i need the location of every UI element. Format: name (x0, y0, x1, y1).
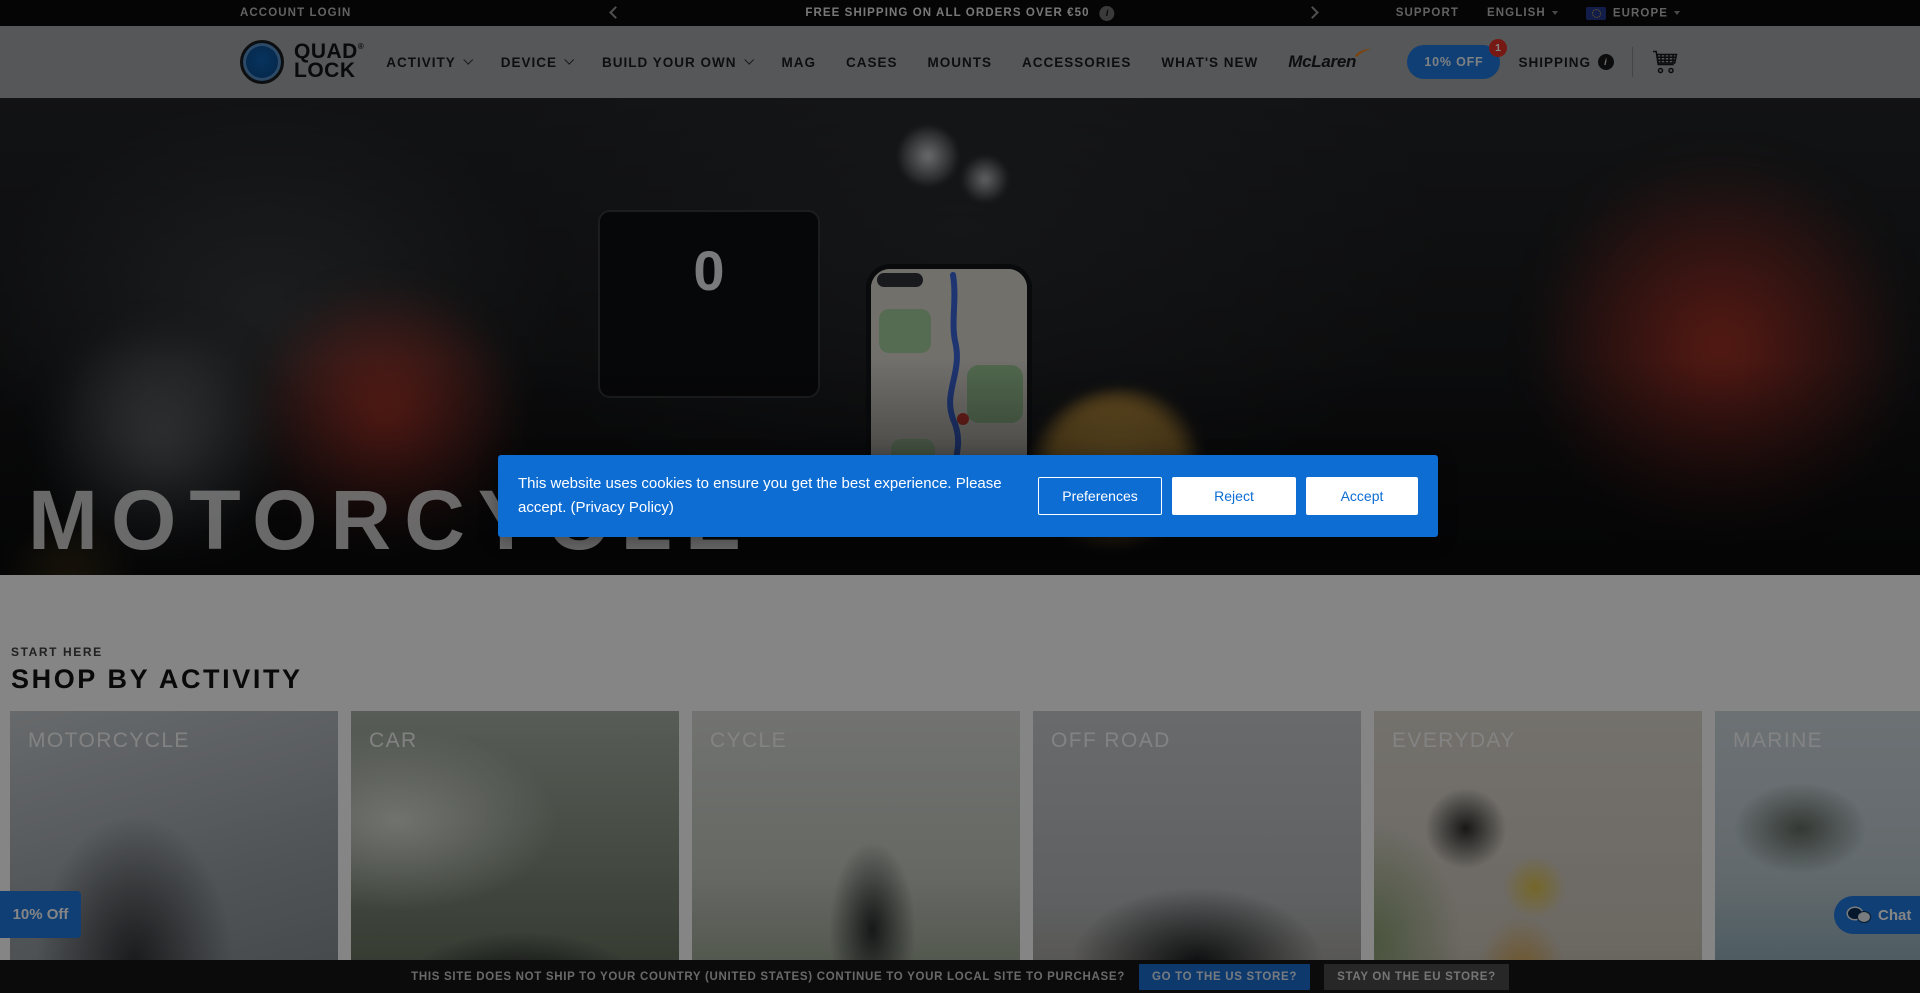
accept-button[interactable]: Accept (1306, 477, 1418, 515)
cookie-actions: Preferences Reject Accept (1038, 477, 1418, 515)
preferences-button[interactable]: Preferences (1038, 477, 1162, 515)
cookie-message: This website uses cookies to ensure you … (518, 472, 1020, 521)
privacy-policy-link[interactable]: (Privacy Policy) (571, 499, 674, 516)
cookie-consent-banner: This website uses cookies to ensure you … (498, 455, 1438, 537)
reject-button[interactable]: Reject (1172, 477, 1296, 515)
